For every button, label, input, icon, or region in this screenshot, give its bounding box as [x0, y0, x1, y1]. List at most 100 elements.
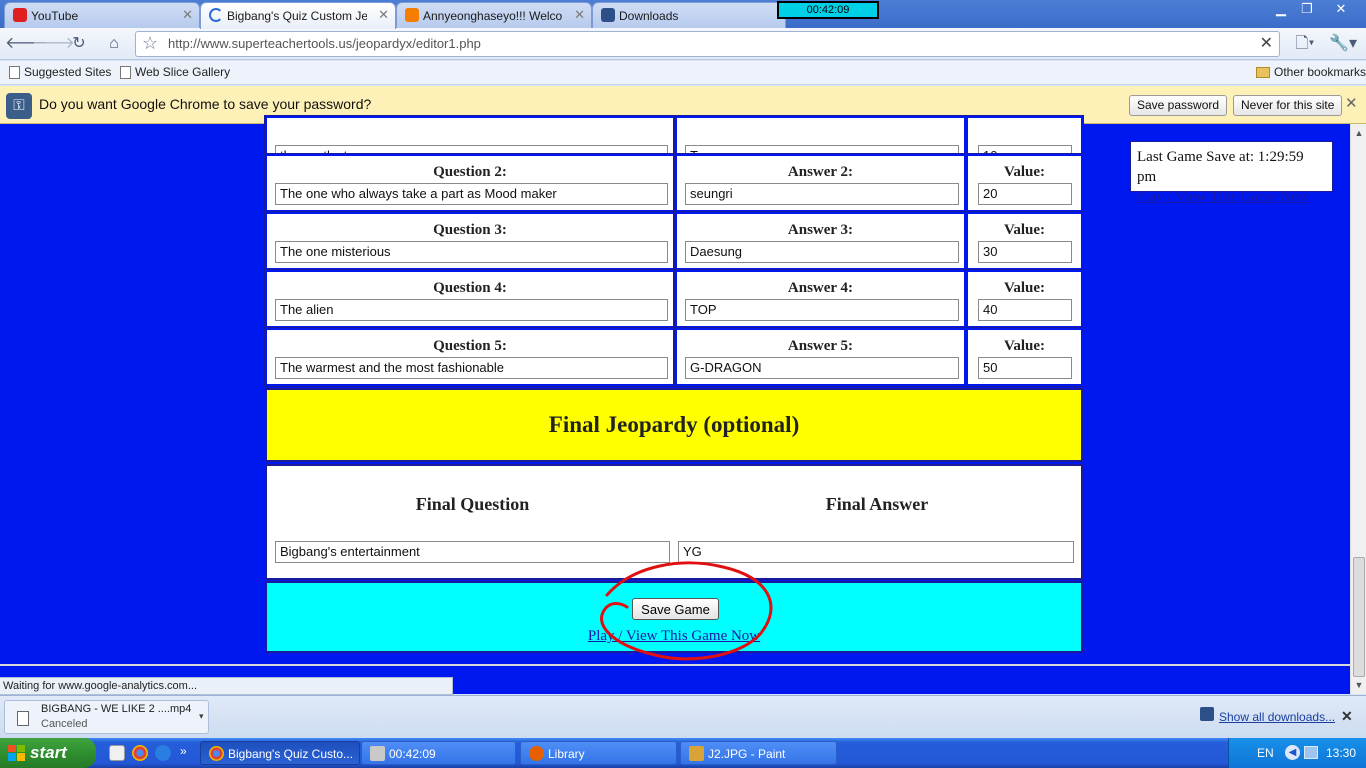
wrench-menu-icon[interactable]: 🔧▾ — [1328, 33, 1358, 55]
chrome-icon — [209, 746, 224, 761]
scroll-up-icon[interactable]: ▲ — [1353, 127, 1365, 139]
close-window-icon[interactable]: ✕ — [1328, 0, 1354, 18]
chrome-icon[interactable] — [132, 745, 148, 761]
question-cell: Question 3: The one misterious — [264, 211, 676, 271]
scroll-down-icon[interactable]: ▼ — [1353, 679, 1365, 691]
close-tab-icon[interactable]: ✕ — [182, 7, 193, 23]
question-5-input[interactable]: The warmest and the most fashionable — [275, 357, 668, 379]
show-all-downloads-link[interactable]: Show all downloads... — [1219, 710, 1335, 724]
value-label: Value: — [1003, 280, 1046, 296]
youtube-icon — [13, 8, 27, 22]
never-for-this-site-button[interactable]: Never for this site — [1233, 95, 1343, 116]
play-view-game-link-top[interactable]: Play / View This Game Now — [1137, 189, 1309, 205]
scroll-thumb[interactable] — [1353, 557, 1365, 677]
question-2-input[interactable]: The one who always take a part as Mood m… — [275, 183, 668, 205]
vertical-scrollbar[interactable]: ▲ ▼ — [1350, 124, 1366, 694]
reload-icon[interactable]: ↻ — [67, 33, 91, 55]
bookmark-other[interactable]: Other bookmarks — [1256, 65, 1366, 79]
chevron-down-icon[interactable]: ▾ — [199, 711, 204, 722]
bookmark-web-slice-gallery[interactable]: Web Slice Gallery — [120, 65, 230, 79]
minimize-icon[interactable]: ▁ — [1268, 0, 1294, 18]
value-3-input[interactable]: 30 — [978, 241, 1072, 263]
file-icon — [17, 711, 29, 726]
download-item[interactable]: BIGBANG - WE LIKE 2 ....mp4 Canceled ▾ — [4, 700, 209, 734]
recorder-icon — [370, 746, 385, 761]
last-save-text: Last Game Save at: 1:29:59 pm — [1137, 149, 1304, 185]
final-jeopardy-title: Final Jeopardy (optional) — [548, 412, 800, 437]
value-5-input[interactable]: 50 — [978, 357, 1072, 379]
close-tab-icon[interactable]: ✕ — [378, 7, 389, 23]
taskbar-button-paint[interactable]: J2.JPG - Paint — [680, 741, 837, 765]
save-password-button[interactable]: Save password — [1129, 95, 1228, 116]
taskbar-button-label: J2.JPG - Paint — [708, 747, 786, 761]
value-4-input[interactable]: 40 — [978, 299, 1072, 321]
bookmark-suggested-sites[interactable]: Suggested Sites — [9, 65, 111, 79]
close-icon[interactable]: ✕ — [1341, 708, 1353, 725]
tab-youtube[interactable]: YouTube ✕ — [4, 2, 200, 28]
taskbar-button-library[interactable]: Library — [520, 741, 677, 765]
answer-label: Answer 5: — [787, 338, 854, 354]
url-text[interactable]: http://www.superteachertools.us/jeopardy… — [168, 36, 481, 51]
question-label: Question 4: — [433, 280, 507, 296]
value-label: Value: — [1003, 164, 1046, 180]
home-icon[interactable]: ⌂ — [102, 33, 126, 55]
answer-cell: Answer 4: TOP — [674, 269, 967, 329]
answer-4-input[interactable]: TOP — [685, 299, 959, 321]
bookmark-label: Web Slice Gallery — [135, 65, 231, 79]
restore-icon[interactable]: ❐ — [1294, 0, 1320, 18]
start-button[interactable]: start — [0, 738, 96, 768]
taskbar: start » Bigbang's Quiz Custo... 00:42:09… — [0, 738, 1366, 768]
taskbar-button-recorder[interactable]: 00:42:09 — [361, 741, 516, 765]
system-tray: EN ◀ 13:30 — [1228, 738, 1366, 768]
tab-bigbang-quiz[interactable]: Bigbang's Quiz Custom Jeo... ✕ — [200, 2, 396, 29]
tab-title: YouTube — [31, 8, 79, 23]
stop-loading-icon[interactable]: ✕ — [1260, 33, 1273, 53]
answer-label: Answer 4: — [787, 280, 854, 296]
tab-annyeonghaseyo[interactable]: Annyeonghaseyo!!! Welco... ✕ — [396, 2, 592, 28]
close-tab-icon[interactable]: ✕ — [574, 7, 585, 23]
question-row-3: Question 3: The one misterious Answer 3:… — [263, 211, 1084, 271]
page-menu-icon[interactable]: 🗋▾ — [1290, 33, 1320, 55]
bookmark-label: Other bookmarks — [1274, 65, 1366, 79]
forward-arrow-icon[interactable]: 🡒 — [32, 33, 75, 55]
taskbar-button-label: Library — [548, 747, 585, 761]
url-path: /jeopardyx/editor1.php — [352, 36, 481, 51]
download-filename: BIGBANG - WE LIKE 2 ....mp4 — [41, 703, 192, 715]
download-status: Canceled — [41, 718, 88, 730]
question-3-input[interactable]: The one misterious — [275, 241, 668, 263]
value-cell: Value: 40 — [965, 269, 1084, 329]
value-cell: Value: 30 — [965, 211, 1084, 271]
close-icon[interactable]: ✕ — [1345, 94, 1358, 112]
bookmarks-bar: Suggested Sites Web Slice Gallery Other … — [0, 61, 1366, 85]
downloads-icon — [601, 8, 615, 22]
internet-explorer-icon[interactable] — [155, 745, 171, 761]
infobar-message: Do you want Google Chrome to save your p… — [39, 96, 372, 112]
tab-title: Bigbang's Quiz Custom Jeo... — [227, 9, 367, 23]
question-cell: Question 2: The one who always take a pa… — [264, 153, 676, 213]
question-label: Question 2: — [433, 164, 507, 180]
back-arrow-icon[interactable]: 🡐 — [5, 33, 48, 55]
question-4-input[interactable]: The alien — [275, 299, 668, 321]
value-cell: Value: 20 — [965, 153, 1084, 213]
answer-5-input[interactable]: G-DRAGON — [685, 357, 959, 379]
question-row-2: Question 2: The one who always take a pa… — [263, 153, 1084, 213]
taskbar-button-chrome[interactable]: Bigbang's Quiz Custo... — [200, 741, 360, 765]
tab-downloads[interactable]: Downloads — [592, 2, 786, 28]
chevron-right-icon[interactable]: » — [180, 744, 187, 758]
page-icon — [9, 65, 20, 79]
question-row-5: Question 5: The warmest and the most fas… — [263, 327, 1084, 387]
language-indicator[interactable]: EN — [1257, 746, 1274, 760]
answer-cell: Answer 2: seungri — [674, 153, 967, 213]
question-row-4: Question 4: The alien Answer 4: TOP Valu… — [263, 269, 1084, 329]
star-icon[interactable]: ☆ — [142, 33, 158, 54]
chevron-left-icon[interactable]: ◀ — [1285, 745, 1300, 760]
address-bar[interactable]: ☆ http://www.superteachertools.us/jeopar… — [135, 31, 1280, 57]
answer-3-input[interactable]: Daesung — [685, 241, 959, 263]
network-icon[interactable] — [1304, 746, 1318, 759]
value-label: Value: — [1003, 338, 1046, 354]
answer-2-input[interactable]: seungri — [685, 183, 959, 205]
value-2-input[interactable]: 20 — [978, 183, 1072, 205]
notepad-icon[interactable] — [109, 745, 125, 761]
answer-cell: Answer 5: G-DRAGON — [674, 327, 967, 387]
status-bubble: Waiting for www.google-analytics.com... — [0, 677, 453, 695]
